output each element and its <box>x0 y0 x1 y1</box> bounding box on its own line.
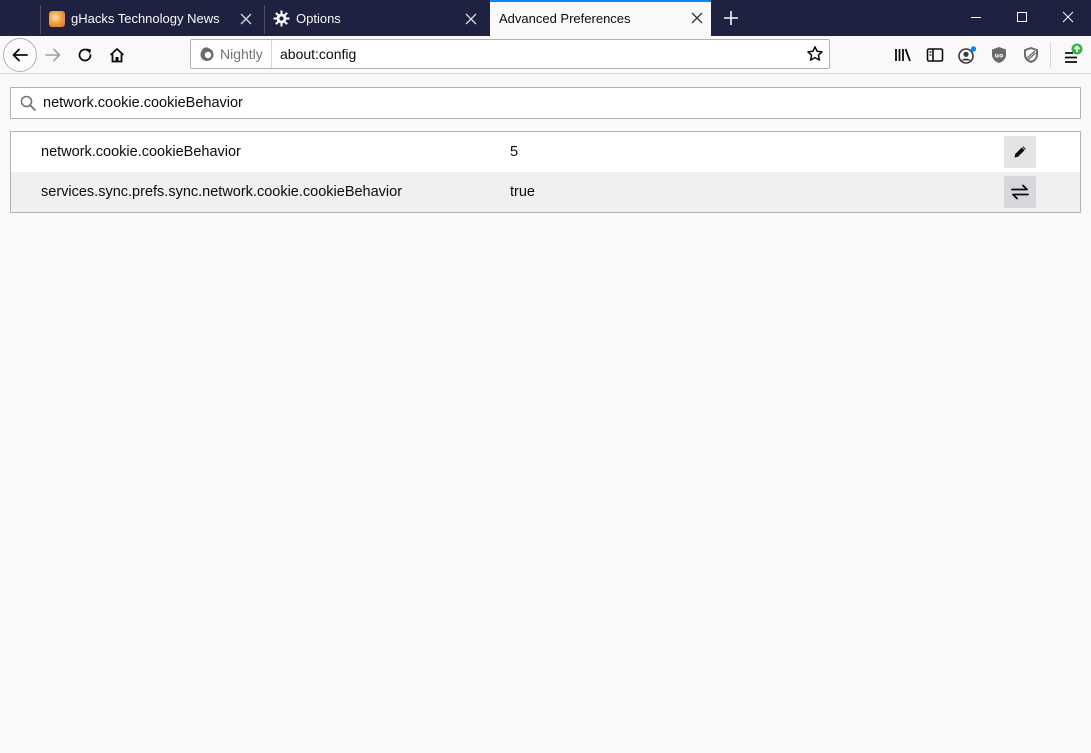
home-icon <box>109 48 125 63</box>
tab-options[interactable]: Options <box>264 1 490 36</box>
reload-button[interactable] <box>69 39 101 71</box>
account-icon <box>958 46 977 64</box>
toggle-arrows-icon <box>1011 184 1029 200</box>
edit-pref-button[interactable] <box>1004 136 1036 168</box>
tab-title: Options <box>296 11 341 26</box>
maximize-button[interactable] <box>999 0 1045 34</box>
account-button[interactable] <box>953 41 981 69</box>
bookmark-star-icon[interactable] <box>806 45 824 63</box>
reload-icon <box>78 48 92 62</box>
tab-separator <box>264 5 265 34</box>
gear-icon <box>273 10 290 27</box>
pencil-icon <box>1014 146 1026 158</box>
navigation-toolbar: Nightly uo <box>0 36 1091 74</box>
pref-search-input[interactable] <box>43 88 1063 118</box>
tab-advanced-preferences[interactable]: Advanced Preferences <box>490 0 711 36</box>
forward-button[interactable] <box>37 39 69 71</box>
close-icon <box>691 12 703 24</box>
shield-icon <box>1024 47 1038 63</box>
pref-name: services.sync.prefs.sync.network.cookie.… <box>41 184 403 200</box>
hamburger-menu-icon <box>1065 43 1083 63</box>
ublock-button[interactable]: uo <box>985 41 1013 69</box>
tab-close-button[interactable] <box>463 11 479 27</box>
search-icon <box>20 95 36 111</box>
forward-arrow-icon <box>45 48 61 62</box>
sidebar-icon <box>926 48 944 62</box>
identity-box[interactable]: Nightly <box>191 40 272 68</box>
back-arrow-icon <box>12 48 28 62</box>
back-button[interactable] <box>3 38 37 72</box>
pref-row[interactable]: network.cookie.cookieBehavior 5 <box>11 132 1080 172</box>
ublock-icon: uo <box>992 47 1006 63</box>
tab-title: Advanced Preferences <box>499 11 631 26</box>
maximize-icon <box>1017 12 1027 22</box>
tab-title: gHacks Technology News <box>71 11 220 26</box>
tab-close-button[interactable] <box>689 10 705 26</box>
toolbar-separator <box>1050 42 1051 68</box>
tab-strip: gHacks Technology News Options Advanced … <box>0 0 1091 36</box>
pref-search-box[interactable] <box>10 87 1081 119</box>
url-input[interactable] <box>280 40 800 68</box>
preferences-table: network.cookie.cookieBehavior 5 services… <box>10 131 1081 213</box>
sidebar-button[interactable] <box>921 41 949 69</box>
nightly-logo-icon <box>200 47 214 61</box>
plus-icon <box>724 11 738 25</box>
pref-name: network.cookie.cookieBehavior <box>41 144 241 160</box>
tab-ghacks[interactable]: gHacks Technology News <box>40 1 264 36</box>
minimize-button[interactable] <box>953 0 999 34</box>
pref-value[interactable]: true <box>510 184 535 200</box>
url-bar[interactable]: Nightly <box>190 39 830 69</box>
tab-separator <box>40 5 41 34</box>
close-icon <box>465 13 477 25</box>
about-config-page: network.cookie.cookieBehavior 5 services… <box>0 75 1091 753</box>
shield-button[interactable] <box>1017 41 1045 69</box>
ghacks-favicon-icon <box>49 11 65 27</box>
toggle-pref-button[interactable] <box>1004 176 1036 208</box>
identity-label: Nightly <box>220 46 263 62</box>
library-button[interactable] <box>889 41 917 69</box>
pref-row[interactable]: services.sync.prefs.sync.network.cookie.… <box>11 172 1080 212</box>
svg-text:uo: uo <box>995 53 1003 60</box>
minimize-icon <box>971 17 981 18</box>
new-tab-button[interactable] <box>721 8 741 28</box>
pref-value[interactable]: 5 <box>510 144 518 160</box>
library-icon <box>895 48 911 62</box>
window-close-button[interactable] <box>1045 0 1091 34</box>
app-menu-button[interactable] <box>1057 41 1085 69</box>
tab-close-button[interactable] <box>238 11 254 27</box>
close-icon <box>1062 11 1074 23</box>
close-icon <box>240 13 252 25</box>
home-button[interactable] <box>101 39 133 71</box>
